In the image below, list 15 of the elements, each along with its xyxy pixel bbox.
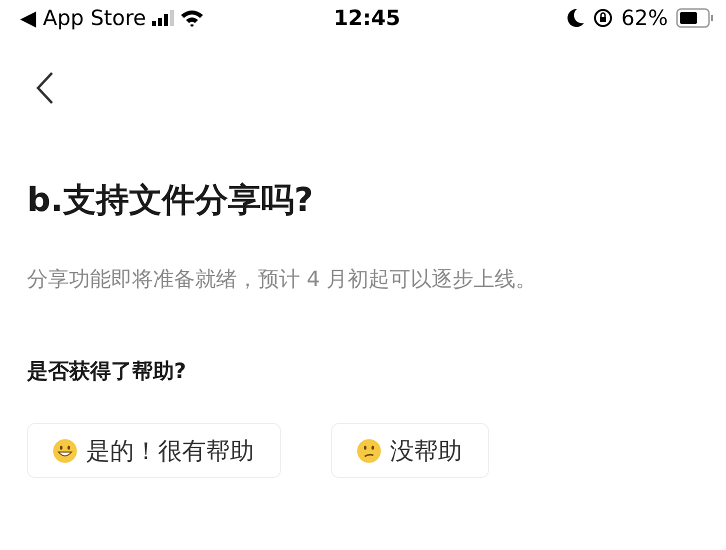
battery-icon (676, 8, 714, 28)
battery-percentage: 62% (621, 6, 668, 30)
rotation-lock-icon (593, 8, 614, 28)
frowning-face-icon (356, 438, 382, 464)
article-title: b.支持文件分享吗? (27, 179, 314, 221)
helpful-button[interactable]: 是的！很有帮助 (27, 423, 281, 478)
feedback-question: 是否获得了帮助? (27, 358, 188, 385)
clock-time: 12:45 (332, 6, 402, 30)
not-helpful-button[interactable]: 没帮助 (331, 423, 489, 478)
moon-icon (567, 8, 586, 28)
article-body: 分享功能即将准备就绪，预计 4 月初起可以逐步上线。 (27, 266, 538, 293)
wifi-icon (180, 9, 204, 27)
back-to-app-link[interactable]: ◀ App Store (20, 6, 146, 30)
signal-icon (152, 10, 174, 26)
grinning-face-icon (52, 438, 78, 464)
